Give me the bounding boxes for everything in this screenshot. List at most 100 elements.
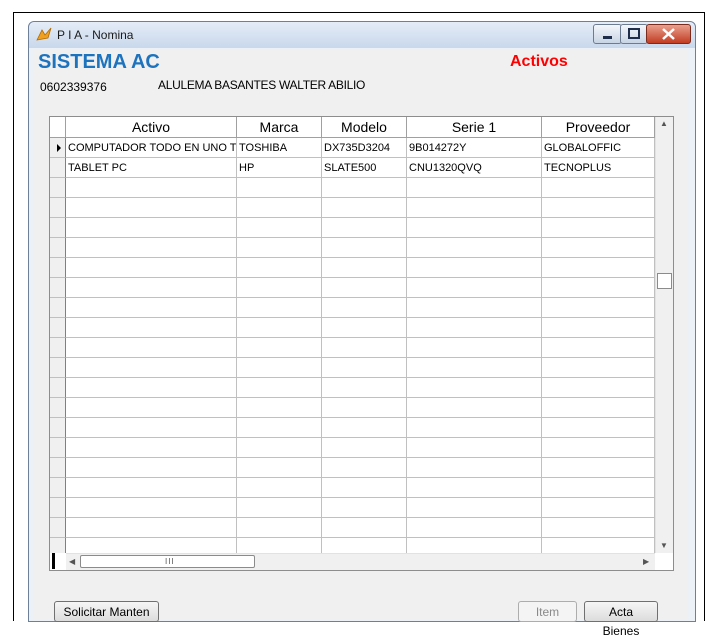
- cell-serie[interactable]: [407, 378, 542, 398]
- cell-modelo[interactable]: [322, 478, 407, 498]
- scroll-up-icon[interactable]: ▲: [660, 119, 668, 128]
- cell-modelo[interactable]: [322, 418, 407, 438]
- solicitar-mantenimiento-button[interactable]: Solicitar Manten: [54, 601, 159, 622]
- cell-activo[interactable]: [66, 338, 237, 358]
- cell-activo[interactable]: [66, 398, 237, 418]
- cell-serie[interactable]: [407, 518, 542, 538]
- vertical-scrollbar[interactable]: ▲ ▼: [655, 117, 673, 553]
- cell-modelo[interactable]: [322, 278, 407, 298]
- cell-marca[interactable]: [237, 178, 322, 198]
- vertical-scroll-thumb[interactable]: [657, 273, 672, 289]
- cell-activo[interactable]: [66, 458, 237, 478]
- cell-serie[interactable]: [407, 178, 542, 198]
- cell-activo[interactable]: [66, 218, 237, 238]
- row-indicator[interactable]: [50, 498, 66, 518]
- cell-modelo[interactable]: [322, 318, 407, 338]
- maximize-button[interactable]: [620, 24, 648, 44]
- cell-proveedor[interactable]: [542, 398, 655, 418]
- cell-modelo[interactable]: [322, 238, 407, 258]
- cell-serie[interactable]: [407, 478, 542, 498]
- cell-serie[interactable]: [407, 258, 542, 278]
- row-indicator[interactable]: [50, 538, 66, 553]
- cell-proveedor[interactable]: [542, 358, 655, 378]
- cell-proveedor[interactable]: [542, 258, 655, 278]
- cell-proveedor[interactable]: [542, 218, 655, 238]
- cell-marca[interactable]: [237, 318, 322, 338]
- row-indicator[interactable]: [50, 358, 66, 378]
- cell-marca[interactable]: [237, 458, 322, 478]
- cell-marca[interactable]: [237, 338, 322, 358]
- scroll-down-icon[interactable]: ▼: [660, 541, 668, 550]
- cell-marca[interactable]: [237, 358, 322, 378]
- cell-marca[interactable]: [237, 438, 322, 458]
- cell-proveedor[interactable]: [542, 298, 655, 318]
- cell-activo[interactable]: [66, 538, 237, 553]
- cell-proveedor[interactable]: [542, 378, 655, 398]
- cell-activo[interactable]: [66, 478, 237, 498]
- cell-marca[interactable]: [237, 518, 322, 538]
- row-indicator[interactable]: [50, 518, 66, 538]
- cell-activo[interactable]: [66, 378, 237, 398]
- title-bar[interactable]: P I A - Nomina: [29, 22, 695, 48]
- cell-proveedor[interactable]: [542, 338, 655, 358]
- cell-serie[interactable]: [407, 318, 542, 338]
- cell-activo[interactable]: [66, 298, 237, 318]
- col-header-activo[interactable]: Activo: [66, 117, 237, 138]
- cell-serie[interactable]: [407, 198, 542, 218]
- row-indicator[interactable]: [50, 238, 66, 258]
- cell-marca[interactable]: [237, 538, 322, 553]
- cell-modelo[interactable]: DX735D3204: [322, 138, 407, 158]
- row-indicator[interactable]: [50, 338, 66, 358]
- cell-activo[interactable]: [66, 438, 237, 458]
- cell-serie[interactable]: [407, 458, 542, 478]
- cell-modelo[interactable]: [322, 338, 407, 358]
- cell-serie[interactable]: [407, 498, 542, 518]
- row-indicator[interactable]: [50, 278, 66, 298]
- cell-marca[interactable]: [237, 298, 322, 318]
- cell-proveedor[interactable]: [542, 438, 655, 458]
- cell-serie[interactable]: [407, 398, 542, 418]
- cell-proveedor[interactable]: [542, 278, 655, 298]
- cell-modelo[interactable]: [322, 258, 407, 278]
- cell-modelo[interactable]: [322, 498, 407, 518]
- cell-proveedor[interactable]: [542, 198, 655, 218]
- cell-serie[interactable]: [407, 418, 542, 438]
- cell-serie[interactable]: [407, 218, 542, 238]
- item-button[interactable]: Item: [518, 601, 577, 622]
- cell-proveedor[interactable]: GLOBALOFFIC: [542, 138, 655, 158]
- row-indicator[interactable]: [50, 178, 66, 198]
- cell-activo[interactable]: [66, 178, 237, 198]
- cell-serie[interactable]: CNU1320QVQ: [407, 158, 542, 178]
- scroll-right-icon[interactable]: ▶: [643, 557, 649, 566]
- cell-serie[interactable]: [407, 358, 542, 378]
- cell-activo[interactable]: COMPUTADOR TODO EN UNO T: [66, 138, 237, 158]
- cell-modelo[interactable]: [322, 538, 407, 553]
- cell-serie[interactable]: [407, 298, 542, 318]
- cell-proveedor[interactable]: [542, 458, 655, 478]
- cell-activo[interactable]: [66, 518, 237, 538]
- horizontal-scrollbar[interactable]: ◀ III ▶: [66, 553, 655, 570]
- cell-serie[interactable]: [407, 278, 542, 298]
- cell-marca[interactable]: [237, 378, 322, 398]
- cell-modelo[interactable]: [322, 358, 407, 378]
- row-indicator[interactable]: [50, 298, 66, 318]
- cell-modelo[interactable]: [322, 398, 407, 418]
- col-header-serie[interactable]: Serie 1: [407, 117, 542, 138]
- cell-proveedor[interactable]: [542, 478, 655, 498]
- cell-proveedor[interactable]: [542, 318, 655, 338]
- cell-proveedor[interactable]: [542, 178, 655, 198]
- row-indicator[interactable]: [50, 458, 66, 478]
- cell-activo[interactable]: [66, 318, 237, 338]
- cell-serie[interactable]: [407, 438, 542, 458]
- cell-activo[interactable]: TABLET PC: [66, 158, 237, 178]
- scroll-left-icon[interactable]: ◀: [69, 557, 75, 566]
- cell-modelo[interactable]: [322, 438, 407, 458]
- cell-activo[interactable]: [66, 258, 237, 278]
- cell-serie[interactable]: 9B014272Y: [407, 138, 542, 158]
- row-indicator[interactable]: [50, 398, 66, 418]
- cell-modelo[interactable]: [322, 458, 407, 478]
- row-indicator[interactable]: [50, 418, 66, 438]
- cell-proveedor[interactable]: [542, 238, 655, 258]
- row-indicator[interactable]: [50, 318, 66, 338]
- cell-activo[interactable]: [66, 198, 237, 218]
